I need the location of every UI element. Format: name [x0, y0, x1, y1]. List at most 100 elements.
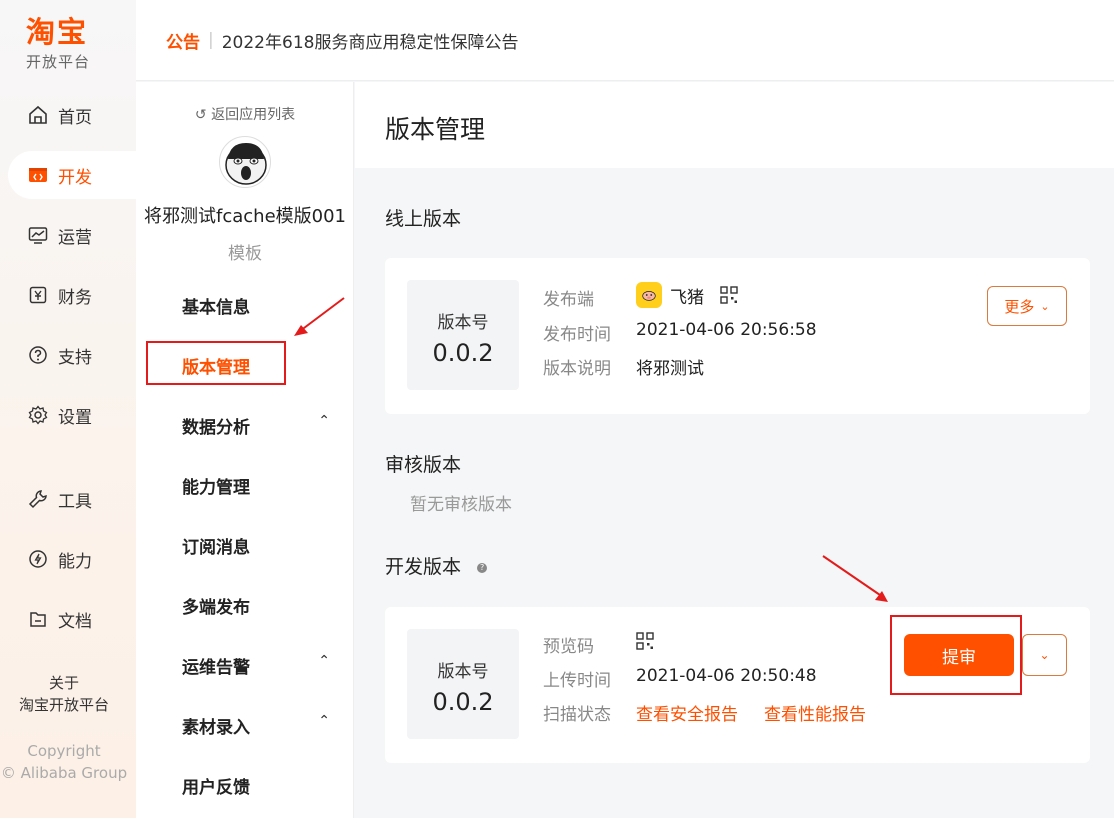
notice-separator: |	[208, 30, 214, 50]
copyright-line: Copyright	[27, 742, 101, 760]
nav-item-capability[interactable]: 能力	[8, 535, 136, 583]
menu-label: 数据分析	[182, 418, 250, 438]
dev-version-label: 开发版本	[385, 556, 462, 578]
yuan-icon	[28, 285, 48, 305]
chevron-up-icon: ⌃	[318, 653, 330, 669]
menu-capability-management[interactable]: 能力管理	[182, 473, 342, 498]
version-box: 版本号 0.0.2	[407, 280, 519, 390]
gear-icon	[28, 405, 48, 425]
annotation-highlight-box	[146, 341, 286, 385]
nav-label: 文档	[58, 611, 92, 632]
fliggy-icon	[636, 282, 662, 308]
qr-code-icon[interactable]	[720, 286, 738, 304]
scan-status: 查看安全报告 查看性能报告	[636, 700, 866, 725]
upload-time: 2021-04-06 20:50:48	[636, 666, 817, 686]
version-label: 版本号	[437, 662, 489, 682]
version-desc-label: 版本说明	[543, 359, 611, 379]
qr-code-icon[interactable]	[636, 632, 654, 650]
version-number: 0.0.2	[432, 688, 494, 716]
about-link[interactable]: 关于 淘宝开放平台	[0, 672, 128, 716]
notice-tag: 公告	[166, 32, 200, 53]
chevron-up-icon: ⌃	[318, 413, 330, 429]
menu-label: 运维告警	[182, 658, 250, 678]
preview-code	[636, 632, 654, 650]
menu-data-analysis[interactable]: 数据分析 ⌃	[182, 413, 342, 438]
notice-bar: 公告 | 2022年618服务商应用稳定性保障公告	[136, 0, 1114, 81]
nav-label: 首页	[58, 107, 92, 128]
back-icon: ↺	[194, 107, 207, 123]
review-empty-text: 暂无审核版本	[410, 495, 512, 515]
version-label: 版本号	[437, 313, 489, 333]
info-icon[interactable]: ?	[477, 562, 488, 573]
nav-item-develop[interactable]: 开发	[8, 151, 136, 199]
app-sidebar: ↺ 返回应用列表 将邪测试fcache模版001 模板 基本信息 版本管理 数据…	[136, 82, 354, 818]
nav-item-docs[interactable]: 文档	[8, 595, 136, 643]
app-name: 将邪测试fcache模版001	[144, 206, 346, 227]
version-number: 0.0.2	[432, 339, 494, 367]
main-content: 版本管理 线上版本 版本号 0.0.2 发布端 飞猪 发布时间 2021-04-…	[355, 82, 1114, 818]
nav-label: 设置	[58, 407, 92, 428]
logo-subtitle: 开放平台	[26, 53, 91, 71]
menu-subscription-messages[interactable]: 订阅消息	[182, 533, 342, 558]
chart-monitor-icon	[28, 225, 48, 245]
nav-item-tools[interactable]: 工具	[8, 475, 136, 523]
document-icon	[28, 609, 48, 629]
annotation-highlight-box	[890, 615, 1022, 695]
logo-text: 淘宝	[26, 15, 89, 49]
security-report-link[interactable]: 查看安全报告	[636, 700, 738, 725]
nav-label: 能力	[58, 551, 92, 572]
menu-label: 能力管理	[182, 478, 250, 498]
review-version-title: 审核版本	[385, 454, 462, 476]
menu-label: 基本信息	[182, 298, 250, 318]
menu-multi-platform-publish[interactable]: 多端发布	[182, 593, 342, 618]
version-desc: 将邪测试	[636, 359, 704, 379]
menu-ops-alerts[interactable]: 运维告警 ⌃	[182, 653, 342, 678]
nav-label: 支持	[58, 347, 92, 368]
scan-status-label: 扫描状态	[543, 705, 611, 725]
platform-label: 发布端	[543, 290, 594, 310]
more-button[interactable]: 更多 ⌄	[987, 286, 1067, 326]
nav-item-operations[interactable]: 运营	[8, 211, 136, 259]
about-line: 关于	[48, 674, 79, 692]
menu-label: 订阅消息	[182, 538, 250, 558]
back-label: 返回应用列表	[211, 107, 296, 123]
copyright: Copyright © Alibaba Group	[0, 740, 128, 784]
capability-icon	[28, 549, 48, 569]
menu-label: 多端发布	[182, 598, 250, 618]
notice-link[interactable]: 2022年618服务商应用稳定性保障公告	[222, 28, 519, 53]
nav-label: 财务	[58, 287, 92, 308]
menu-user-feedback[interactable]: 用户反馈	[182, 773, 342, 798]
chevron-up-icon: ⌃	[318, 713, 330, 729]
platform-value: 飞猪	[636, 282, 738, 308]
annotation-arrow	[294, 297, 345, 336]
about-line: 淘宝开放平台	[18, 696, 109, 714]
help-icon	[28, 345, 48, 365]
menu-label: 素材录入	[182, 718, 250, 738]
annotation-arrow	[822, 555, 888, 602]
chevron-down-icon: ⌄	[1040, 299, 1050, 313]
nav-item-finance[interactable]: 财务	[8, 271, 136, 319]
nav-label: 运营	[58, 227, 92, 248]
performance-report-link[interactable]: 查看性能报告	[764, 700, 866, 725]
dev-version-card: 版本号 0.0.2 预览码 上传时间 2021-04-06 20:50:48 扫…	[385, 607, 1090, 763]
page-title: 版本管理	[385, 115, 486, 144]
nav-item-settings[interactable]: 设置	[8, 391, 136, 439]
page-header: 版本管理	[355, 82, 1114, 168]
upload-time-label: 上传时间	[543, 671, 611, 691]
platform-name: 飞猪	[670, 287, 704, 308]
chevron-down-icon: ⌄	[1039, 648, 1050, 662]
wrench-icon	[28, 489, 48, 509]
home-icon	[28, 105, 48, 125]
menu-material-entry[interactable]: 素材录入 ⌃	[182, 713, 342, 738]
nav-label: 开发	[58, 167, 92, 188]
version-box: 版本号 0.0.2	[407, 629, 519, 739]
taobao-open-platform-logo[interactable]: 淘宝 开放平台	[26, 16, 110, 72]
back-to-app-list[interactable]: ↺ 返回应用列表	[136, 104, 354, 124]
dev-more-dropdown[interactable]: ⌄	[1022, 634, 1067, 676]
online-version-card: 版本号 0.0.2 发布端 飞猪 发布时间 2021-04-06 20:56:5…	[385, 258, 1090, 414]
nav-item-home[interactable]: 首页	[8, 91, 136, 139]
app-avatar	[219, 136, 271, 188]
nav-item-support[interactable]: 支持	[8, 331, 136, 379]
copyright-line: © Alibaba Group	[0, 764, 128, 782]
menu-label: 用户反馈	[182, 778, 250, 798]
